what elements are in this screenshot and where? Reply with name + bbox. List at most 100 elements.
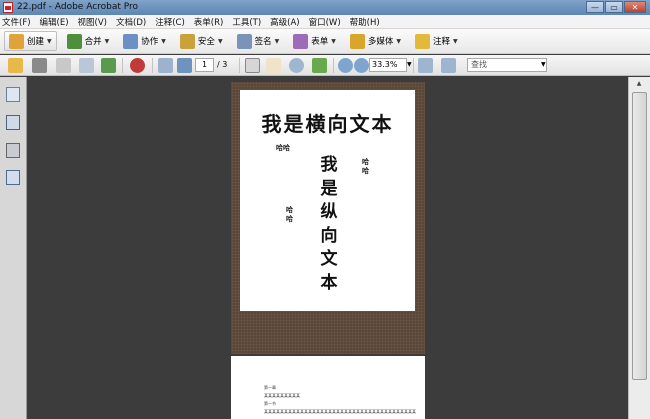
menu-view[interactable]: 视图(V) <box>78 16 107 28</box>
page-2-line: 某某某某某某某某某某某某某某某某某某某某某某某某某某某某某某某某某某某某某某 <box>264 409 416 414</box>
chevron-down-icon: ▼ <box>274 37 280 45</box>
print-icon[interactable] <box>32 58 47 73</box>
vertical-char: 是 <box>320 178 338 199</box>
toolbar-divider <box>152 58 153 73</box>
signatures-panel-icon[interactable] <box>6 143 20 158</box>
small-char: 哈 <box>362 157 369 166</box>
create-icon <box>9 33 24 49</box>
chevron-down-icon: ▼ <box>396 37 401 45</box>
small-text-left-top: 哈哈 <box>276 143 290 152</box>
vertical-text: 我 是 纵 向 文 本 <box>318 154 340 295</box>
toolbar-divider <box>333 58 334 73</box>
chevron-down-icon: ▼ <box>217 37 223 45</box>
page-2-line: 第一节 <box>264 401 276 406</box>
navigation-toolbar: 1 / 3 33.3% ▼ 查找 ▼ <box>0 55 650 76</box>
snapshot-icon[interactable] <box>312 58 327 73</box>
menu-tools[interactable]: 工具(T) <box>232 16 261 28</box>
zoom-level-input[interactable]: 33.3% <box>369 58 407 72</box>
horizontal-text: 我是横向文本 <box>261 112 394 136</box>
menu-document[interactable]: 文档(D) <box>116 16 146 28</box>
fit-width-icon[interactable] <box>441 58 456 73</box>
page-1: 我是横向文本 哈哈 哈 哈 哈 哈 我 是 纵 向 文 本 <box>231 82 425 354</box>
vertical-char: 向 <box>320 225 338 246</box>
page-total: / 3 <box>217 60 228 69</box>
sign-button[interactable]: 签名 ▼ <box>233 31 284 51</box>
chevron-down-icon: ▼ <box>47 37 52 45</box>
multimedia-label: 多媒体 <box>367 37 394 47</box>
chevron-down-icon[interactable]: ▼ <box>541 58 546 72</box>
hand-tool-icon[interactable] <box>266 58 281 73</box>
combine-label: 合并 <box>84 37 102 47</box>
page-1-paper: 我是横向文本 哈哈 哈 哈 哈 哈 我 是 纵 向 文 本 <box>240 90 415 311</box>
chevron-down-icon: ▼ <box>104 37 110 45</box>
zoom-tool-icon[interactable] <box>289 58 304 73</box>
save-icon[interactable] <box>56 58 71 73</box>
pages-panel-icon[interactable] <box>6 87 20 102</box>
lock-icon <box>179 33 195 49</box>
scroll-up-icon[interactable]: ▲ <box>632 80 646 92</box>
comment-label: 注释 <box>432 37 450 47</box>
fit-page-icon[interactable] <box>418 58 433 73</box>
redact-icon[interactable] <box>130 58 145 73</box>
zoom-in-icon[interactable] <box>354 58 369 73</box>
menu-forms[interactable]: 表单(R) <box>194 16 224 28</box>
secure-button[interactable]: 安全 ▼ <box>176 31 227 51</box>
forms-button[interactable]: 表单 ▼ <box>289 31 340 51</box>
email-icon[interactable] <box>79 58 94 73</box>
select-tool-icon[interactable] <box>245 58 260 73</box>
maximize-button[interactable]: ▭ <box>605 1 623 13</box>
tasks-toolbar: 创建 ▼ 合并 ▼ 协作 ▼ 安全 ▼ 签名 ▼ 表单 ▼ 多媒体 ▼ 注释 ▼ <box>0 29 650 54</box>
menu-file[interactable]: 文件(F) <box>2 16 31 28</box>
pdf-icon <box>3 2 13 13</box>
menu-advanced[interactable]: 高级(A) <box>270 16 299 28</box>
window-title: 22.pdf - Adobe Acrobat Pro <box>17 2 139 12</box>
secure-label: 安全 <box>197 37 215 47</box>
collaborate-button[interactable]: 协作 ▼ <box>119 31 170 51</box>
bookmarks-panel-icon[interactable] <box>6 115 20 130</box>
combine-icon <box>66 33 82 49</box>
close-button[interactable]: ✕ <box>624 1 646 13</box>
collaborate-label: 协作 <box>141 37 159 47</box>
form-icon <box>293 33 309 49</box>
find-input[interactable]: 查找 <box>467 58 547 72</box>
create-button[interactable]: 创建 ▼ <box>4 31 57 51</box>
previous-page-icon[interactable] <box>158 58 173 73</box>
menu-help[interactable]: 帮助(H) <box>350 16 380 28</box>
forms-label: 表单 <box>311 37 329 47</box>
document-view[interactable]: 我是横向文本 哈哈 哈 哈 哈 哈 我 是 纵 向 文 本 第一章 某某某某某某… <box>28 77 628 419</box>
window-controls: — ▭ ✕ <box>585 1 646 14</box>
small-text-right-top: 哈 哈 <box>362 157 369 175</box>
next-page-icon[interactable] <box>177 58 192 73</box>
share-icon[interactable] <box>101 58 116 73</box>
collaborate-icon <box>123 33 139 49</box>
open-icon[interactable] <box>8 58 23 73</box>
scrollbar-thumb[interactable] <box>632 92 647 380</box>
comment-button[interactable]: 注释 ▼ <box>411 31 462 51</box>
vertical-char: 我 <box>320 155 338 175</box>
vertical-char: 文 <box>320 249 338 269</box>
chevron-down-icon: ▼ <box>161 37 166 45</box>
small-text-left-mid: 哈 哈 <box>286 205 293 223</box>
multimedia-icon <box>349 33 365 49</box>
chevron-down-icon: ▼ <box>331 37 336 45</box>
comment-icon <box>414 33 430 49</box>
menu-window[interactable]: 窗口(W) <box>309 16 341 28</box>
menu-bar: 文件(F) 编辑(E) 视图(V) 文档(D) 注释(C) 表单(R) 工具(T… <box>0 15 650 29</box>
minimize-button[interactable]: — <box>586 1 604 13</box>
zoom-out-icon[interactable] <box>338 58 353 73</box>
page-number-input[interactable]: 1 <box>195 58 214 72</box>
combine-button[interactable]: 合并 ▼ <box>63 31 114 51</box>
page-2-line: 某某某某某某某某某 <box>264 393 300 398</box>
create-label: 创建 <box>27 37 45 47</box>
menu-edit[interactable]: 编辑(E) <box>40 16 69 28</box>
title-bar: 22.pdf - Adobe Acrobat Pro — ▭ ✕ <box>0 0 650 15</box>
vertical-scrollbar[interactable]: ▲ <box>628 77 650 419</box>
layers-panel-icon[interactable] <box>6 170 20 185</box>
multimedia-button[interactable]: 多媒体 ▼ <box>346 31 405 51</box>
menu-comments[interactable]: 注释(C) <box>155 16 185 28</box>
page-2-line: 第一章 <box>264 385 276 390</box>
chevron-down-icon: ▼ <box>453 37 458 45</box>
vertical-char: 纵 <box>320 202 338 222</box>
small-char: 哈 <box>362 166 369 175</box>
toolbar-divider <box>239 58 240 73</box>
